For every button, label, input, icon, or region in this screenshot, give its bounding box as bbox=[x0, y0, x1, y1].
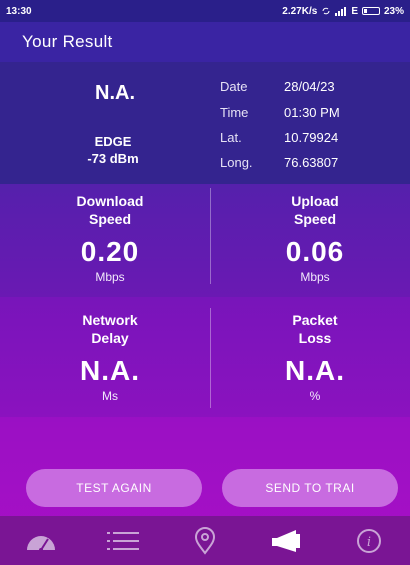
upload-speed: Upload Speed 0.06 Mbps bbox=[245, 192, 385, 284]
status-indicators: 2.27K/s E 23% bbox=[282, 6, 404, 17]
metric-title: Packet bbox=[292, 312, 338, 328]
divider bbox=[210, 188, 211, 284]
battery-icon bbox=[361, 7, 380, 15]
meta-row-date: Date 28/04/23 bbox=[220, 79, 400, 99]
metric-title: Loss bbox=[298, 330, 332, 346]
upload-value: 0.06 bbox=[285, 236, 345, 267]
metric-title: Speed bbox=[88, 211, 131, 227]
meta-row-time: Time 01:30 PM bbox=[220, 105, 400, 125]
nav-announce[interactable] bbox=[267, 521, 307, 561]
nav-speedtest[interactable] bbox=[21, 521, 61, 561]
network-delay: Network Delay N.A. Ms bbox=[40, 311, 180, 403]
metric-title: Network bbox=[82, 312, 138, 328]
download-value: 0.20 bbox=[80, 236, 140, 267]
metric-title: Speed bbox=[293, 211, 336, 227]
location-pin-icon bbox=[194, 526, 216, 555]
meta-value: 01:30 PM bbox=[284, 105, 340, 120]
meta-label: Lat. bbox=[220, 130, 242, 145]
bottom-nav: i bbox=[0, 516, 410, 565]
packet-loss: Packet Loss N.A. % bbox=[245, 311, 385, 403]
data-speed: 2.27K/s bbox=[282, 5, 318, 17]
delay-unit: Ms bbox=[102, 389, 118, 403]
meta-value: 28/04/23 bbox=[284, 79, 335, 94]
send-to-trai-button[interactable]: SEND TO TRAI bbox=[222, 469, 398, 507]
signal-icon bbox=[335, 6, 347, 16]
status-bar: 13:30 2.27K/s E 23% bbox=[0, 0, 410, 22]
speedometer-icon bbox=[27, 535, 55, 552]
upload-unit: Mbps bbox=[300, 270, 330, 284]
download-unit: Mbps bbox=[95, 270, 125, 284]
metric-title: Download bbox=[76, 193, 144, 209]
page-title: Your Result bbox=[22, 32, 113, 51]
metric-title: Delay bbox=[91, 330, 129, 346]
metric-title: Upload bbox=[291, 193, 339, 209]
loss-unit: % bbox=[309, 389, 321, 403]
network-type: EDGE bbox=[94, 134, 132, 149]
result-screen: 13:30 2.27K/s E 23% Your Result N.A. EDG… bbox=[0, 0, 410, 565]
meta-row-longitude: Long. 76.63807 bbox=[220, 155, 400, 175]
delay-value: N.A. bbox=[80, 355, 140, 386]
nav-location[interactable] bbox=[185, 521, 225, 561]
megaphone-icon bbox=[272, 529, 300, 552]
app-header: Your Result bbox=[0, 22, 410, 62]
svg-text:i: i bbox=[367, 535, 371, 550]
divider bbox=[210, 308, 211, 408]
status-time: 13:30 bbox=[6, 5, 32, 17]
menu-icon bbox=[107, 531, 139, 550]
nav-list[interactable] bbox=[103, 521, 143, 561]
meta-value: 10.79924 bbox=[284, 130, 339, 145]
meta-label: Time bbox=[220, 105, 249, 120]
network-value: N.A. bbox=[95, 82, 135, 104]
meta-label: Long. bbox=[220, 155, 253, 170]
nav-info[interactable]: i bbox=[349, 521, 389, 561]
battery-percent: 23% bbox=[383, 5, 404, 17]
loss-value: N.A. bbox=[285, 355, 345, 386]
network-indicator: E bbox=[351, 5, 358, 17]
sync-icon bbox=[322, 7, 330, 15]
meta-row-latitude: Lat. 10.79924 bbox=[220, 130, 400, 150]
meta-value: 76.63807 bbox=[284, 155, 339, 170]
signal-strength: -73 dBm bbox=[87, 151, 139, 166]
info-icon: i bbox=[357, 528, 381, 553]
meta-label: Date bbox=[220, 79, 248, 94]
download-speed: Download Speed 0.20 Mbps bbox=[40, 192, 180, 284]
test-again-button[interactable]: TEST AGAIN bbox=[26, 469, 202, 507]
